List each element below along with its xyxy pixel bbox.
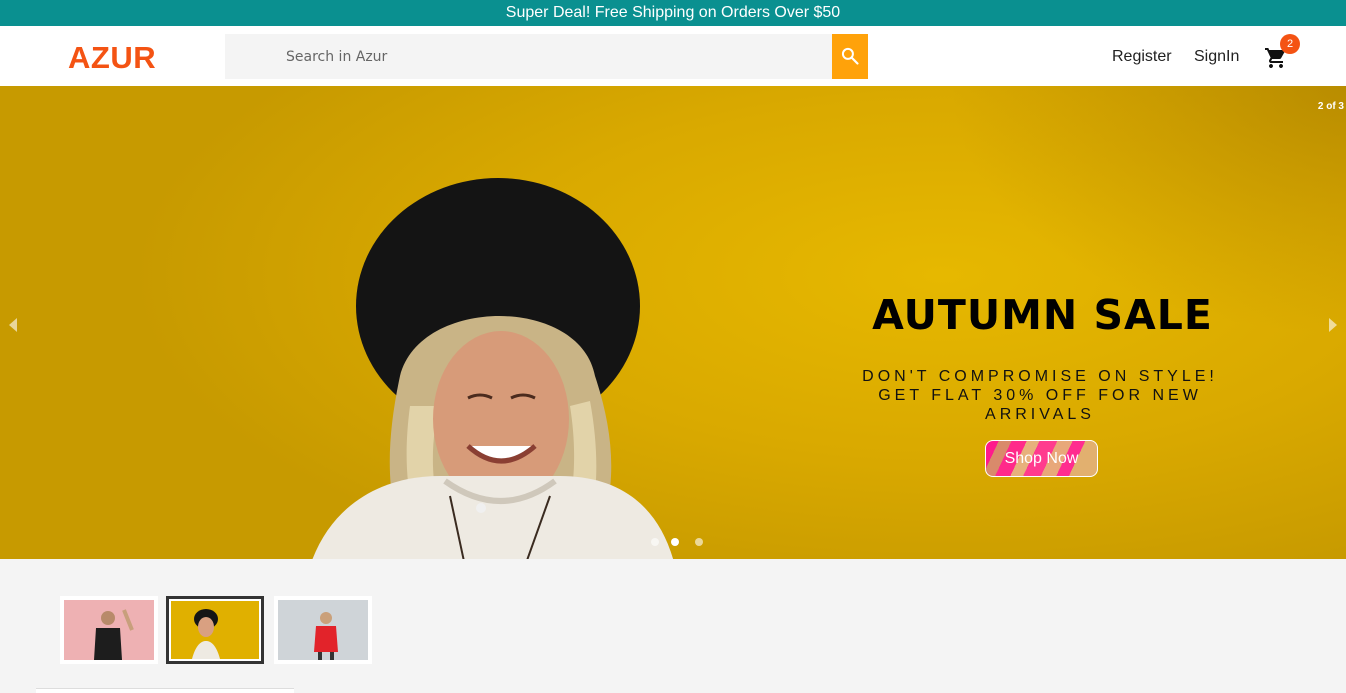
chevron-left-icon[interactable]: [6, 315, 20, 335]
shop-now-button[interactable]: Shop Now: [985, 440, 1098, 477]
cart-button[interactable]: 2: [1264, 34, 1300, 74]
hero-model-image: [312, 178, 673, 559]
signin-link[interactable]: SignIn: [1194, 48, 1239, 66]
thumbnail-slide-2[interactable]: [166, 596, 264, 664]
promo-banner: Super Deal! Free Shipping on Orders Over…: [0, 0, 1346, 26]
search-icon: [841, 47, 859, 65]
logo[interactable]: AZUR: [68, 40, 156, 76]
carousel-dot-3[interactable]: [695, 538, 703, 546]
slide-counter: 2 of 3: [1317, 101, 1344, 112]
search-button[interactable]: [832, 34, 868, 79]
thumbnail-slide-3[interactable]: [274, 596, 372, 664]
sale-title: AUTUMN SALE: [872, 291, 1213, 339]
header: AZUR Register SignIn 2: [0, 26, 1346, 86]
cart-count-badge: 2: [1280, 34, 1300, 54]
sale-subtitle: DON'T COMPROMISE ON STYLE! GET FLAT 30% …: [862, 368, 1218, 423]
thumbnail-strip: [0, 559, 1346, 685]
chevron-right-icon[interactable]: [1326, 315, 1340, 335]
thumbnail-image: [64, 600, 154, 660]
register-link[interactable]: Register: [1112, 48, 1172, 66]
carousel-dot-1[interactable]: [651, 538, 659, 546]
thumbnail-slide-1[interactable]: [60, 596, 158, 664]
thumbnail-image: [171, 601, 259, 659]
carousel-dot-2[interactable]: [671, 538, 679, 546]
thumbnail-image: [278, 600, 368, 660]
search-input[interactable]: [225, 34, 832, 79]
hero-carousel: 2 of 3 AUTUMN SALE DON'T COMPROMISE ON S…: [0, 86, 1346, 559]
